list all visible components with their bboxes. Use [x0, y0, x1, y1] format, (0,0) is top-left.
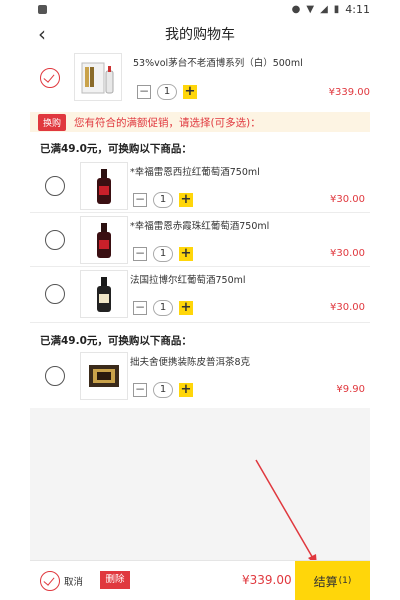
quantity-stepper: − 1 +	[133, 382, 193, 398]
promo-text: 您有符合的满额促销，请选择(可多选)：	[74, 116, 261, 129]
quantity-input[interactable]: 1	[157, 84, 177, 100]
total-price: ¥339.00	[242, 573, 292, 587]
minus-button[interactable]: −	[133, 247, 147, 261]
wine-bottle-icon	[97, 169, 111, 204]
quantity-stepper: − 1 +	[133, 192, 193, 208]
quantity-input[interactable]: 1	[153, 192, 173, 208]
status-icons: ● ▼ ◢ ▮ 4:11	[292, 3, 370, 16]
quantity-stepper: − 1 +	[133, 246, 193, 262]
product-image[interactable]	[80, 352, 128, 400]
product-name: *幸福雷恩赤霞珠红葡萄酒750ml	[130, 221, 270, 232]
wine-bottle-icon	[97, 223, 111, 258]
checkout-button[interactable]: 结算 (1)	[295, 561, 370, 600]
checkbox-unchecked-icon[interactable]	[45, 284, 65, 304]
plus-button[interactable]: +	[179, 301, 193, 315]
minus-button[interactable]: −	[133, 383, 147, 397]
promo-banner: 换购 您有符合的满额促销，请选择(可多选)：	[30, 112, 370, 132]
minus-button[interactable]: −	[133, 301, 147, 315]
section-title: 已满49.0元，可换购以下商品：	[40, 143, 192, 155]
notification-icon	[38, 4, 47, 14]
checkbox-unchecked-icon[interactable]	[45, 230, 65, 250]
battery-icon: ▮	[333, 3, 340, 15]
product-image[interactable]	[80, 216, 128, 264]
product-image[interactable]	[80, 162, 128, 210]
product-price: ¥30.00	[330, 302, 365, 313]
product-price: ¥339.00	[328, 87, 370, 98]
plus-button[interactable]: +	[179, 383, 193, 397]
select-all-checkbox-icon[interactable]	[40, 571, 60, 591]
empty-area	[30, 408, 370, 560]
bottom-bar: 取消 删除 ¥339.00 结算 (1)	[30, 560, 370, 600]
quantity-input[interactable]: 1	[153, 300, 173, 316]
product-price: ¥30.00	[330, 194, 365, 205]
plus-button[interactable]: +	[183, 85, 197, 99]
checkout-count: (1)	[338, 576, 352, 586]
product-price: ¥30.00	[330, 248, 365, 259]
plus-button[interactable]: +	[179, 193, 193, 207]
checkbox-checked-icon[interactable]	[40, 68, 60, 88]
wifi-icon: ▼	[306, 3, 315, 15]
product-name: 拙夫舍便携装陈皮普洱茶8克	[130, 357, 251, 368]
quantity-input[interactable]: 1	[153, 246, 173, 262]
signal-icon: ◢	[320, 3, 328, 15]
quantity-stepper: − 1 +	[137, 84, 197, 100]
status-bar: ● ▼ ◢ ▮ 4:11	[0, 0, 400, 18]
delete-button[interactable]: 删除	[100, 571, 130, 589]
checkout-label: 结算	[313, 574, 338, 589]
location-icon: ●	[291, 3, 301, 15]
plus-button[interactable]: +	[179, 247, 193, 261]
wine-bottle-icon	[97, 277, 111, 312]
baijiu-box-icon	[81, 62, 114, 94]
cancel-button[interactable]: 取消	[64, 574, 83, 588]
cart-item: 53%vol茅台不老酒博系列（白）500ml − 1 + ¥339.00	[30, 48, 370, 108]
checkbox-unchecked-icon[interactable]	[45, 366, 65, 386]
divider	[30, 322, 370, 323]
product-image[interactable]	[74, 53, 122, 101]
header: ‹ 我的购物车	[0, 20, 400, 48]
product-image[interactable]	[80, 270, 128, 318]
divider	[30, 266, 370, 267]
product-name: 53%vol茅台不老酒博系列（白）500ml	[133, 58, 303, 69]
status-time: 4:11	[345, 2, 370, 16]
chevron-left-icon[interactable]: ‹	[38, 22, 46, 46]
minus-button[interactable]: −	[137, 85, 151, 99]
product-name: *幸福雷恩西拉红葡萄酒750ml	[130, 167, 260, 178]
product-name: 法国拉博尔红葡萄酒750ml	[130, 275, 246, 286]
tea-box-icon	[89, 365, 119, 387]
page-title: 我的购物车	[165, 27, 235, 43]
product-price: ¥9.90	[336, 384, 365, 395]
section-title: 已满49.0元，可换购以下商品：	[40, 335, 192, 347]
quantity-stepper: − 1 +	[133, 300, 193, 316]
promo-tag: 换购	[38, 113, 67, 131]
divider	[30, 212, 370, 213]
checkbox-unchecked-icon[interactable]	[45, 176, 65, 196]
minus-button[interactable]: −	[133, 193, 147, 207]
quantity-input[interactable]: 1	[153, 382, 173, 398]
